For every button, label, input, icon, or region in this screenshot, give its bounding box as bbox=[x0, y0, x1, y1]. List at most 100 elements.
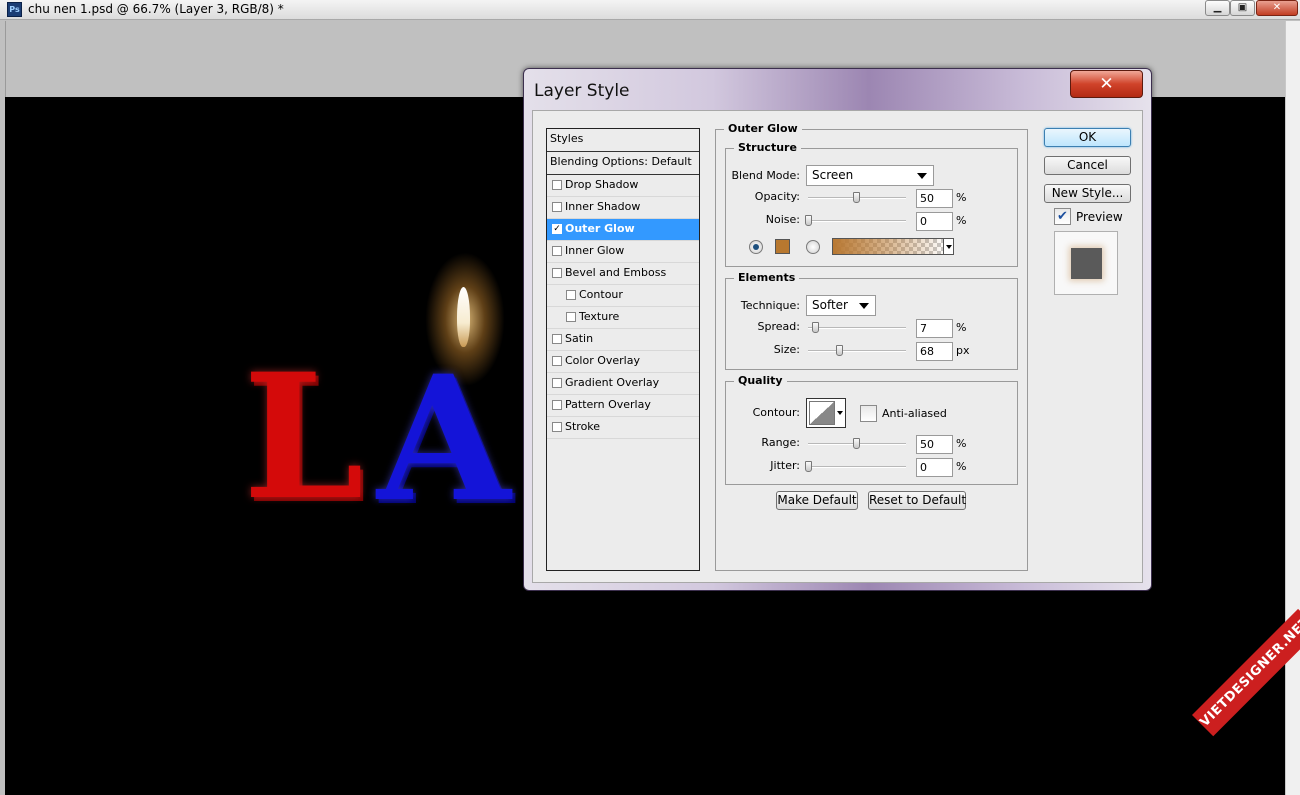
style-item-label: Satin bbox=[565, 332, 594, 345]
reset-to-default-button[interactable]: Reset to Default bbox=[868, 491, 966, 510]
slider-thumb[interactable] bbox=[805, 461, 812, 472]
slider-thumb[interactable] bbox=[853, 192, 860, 203]
technique-value: Softer bbox=[812, 298, 848, 312]
style-item-gradient-overlay[interactable]: Gradient Overlay bbox=[547, 373, 699, 395]
style-checkbox[interactable] bbox=[552, 334, 562, 344]
preview-swatch bbox=[1071, 248, 1102, 279]
style-checkbox[interactable] bbox=[552, 268, 562, 278]
blending-options-item[interactable]: Blending Options: Default bbox=[547, 152, 699, 175]
style-checkbox[interactable]: ✓ bbox=[552, 224, 562, 234]
style-item-contour[interactable]: Contour bbox=[547, 285, 699, 307]
quality-title: Quality bbox=[734, 374, 787, 387]
slider-thumb[interactable] bbox=[812, 322, 819, 333]
style-checkbox[interactable] bbox=[552, 422, 562, 432]
jitter-input[interactable]: 0 bbox=[916, 458, 953, 477]
make-default-button[interactable]: Make Default bbox=[776, 491, 858, 510]
slider-track bbox=[808, 466, 906, 468]
style-item-label: Color Overlay bbox=[565, 354, 640, 367]
style-item-label: Inner Glow bbox=[565, 244, 625, 257]
style-item-satin[interactable]: Satin bbox=[547, 329, 699, 351]
slider-thumb[interactable] bbox=[836, 345, 843, 356]
slider-track bbox=[808, 220, 906, 222]
style-item-label: Outer Glow bbox=[565, 222, 635, 235]
noise-input[interactable]: 0 bbox=[916, 212, 953, 231]
style-checkbox[interactable] bbox=[552, 400, 562, 410]
contour-label: Contour: bbox=[752, 406, 800, 419]
style-item-color-overlay[interactable]: Color Overlay bbox=[547, 351, 699, 373]
range-slider[interactable] bbox=[808, 438, 906, 450]
gradient-radio[interactable] bbox=[806, 240, 820, 254]
quality-group: Quality Contour: Anti-aliased Range: 50 … bbox=[725, 374, 1018, 485]
style-item-texture[interactable]: Texture bbox=[547, 307, 699, 329]
solid-color-radio[interactable] bbox=[749, 240, 763, 254]
jitter-slider[interactable] bbox=[805, 461, 906, 473]
document-title-bar: Ps chu nen 1.psd @ 66.7% (Layer 3, RGB/8… bbox=[0, 0, 1300, 20]
style-checkbox[interactable] bbox=[552, 246, 562, 256]
noise-unit: % bbox=[956, 214, 967, 227]
style-item-label: Bevel and Emboss bbox=[565, 266, 667, 279]
style-item-pattern-overlay[interactable]: Pattern Overlay bbox=[547, 395, 699, 417]
styles-list: Styles Blending Options: Default Drop Sh… bbox=[546, 128, 700, 571]
style-item-label: Stroke bbox=[565, 420, 601, 433]
range-label: Range: bbox=[761, 436, 800, 449]
blend-mode-dropdown[interactable]: Screen bbox=[806, 165, 934, 186]
elements-title: Elements bbox=[734, 271, 800, 284]
style-checkbox[interactable] bbox=[566, 312, 576, 322]
style-item-inner-shadow[interactable]: Inner Shadow bbox=[547, 197, 699, 219]
chevron-down-icon bbox=[859, 303, 869, 309]
spread-input[interactable]: 7 bbox=[916, 319, 953, 338]
style-item-outer-glow[interactable]: ✓ Outer Glow bbox=[547, 219, 699, 241]
window-close-button[interactable]: ✕ bbox=[1256, 0, 1298, 16]
preview-label: Preview bbox=[1076, 210, 1123, 224]
candle-letter-a: A bbox=[377, 337, 511, 540]
opacity-label: Opacity: bbox=[754, 190, 800, 203]
cancel-button[interactable]: Cancel bbox=[1044, 156, 1131, 175]
elements-group: Elements Technique: Softer Spread: 7 % S… bbox=[725, 271, 1018, 370]
size-slider[interactable] bbox=[808, 345, 906, 357]
new-style-button[interactable]: New Style... bbox=[1044, 184, 1131, 203]
style-checkbox[interactable] bbox=[552, 180, 562, 190]
opacity-slider[interactable] bbox=[808, 192, 906, 204]
anti-aliased-checkbox[interactable] bbox=[860, 405, 877, 422]
spread-unit: % bbox=[956, 321, 967, 334]
minimize-button[interactable]: ▁ bbox=[1205, 0, 1230, 16]
preview-checkbox[interactable]: ✔ bbox=[1054, 208, 1071, 225]
range-unit: % bbox=[956, 437, 967, 450]
dialog-title: Layer Style bbox=[534, 81, 630, 101]
style-item-inner-glow[interactable]: Inner Glow bbox=[547, 241, 699, 263]
ok-button[interactable]: OK bbox=[1044, 128, 1131, 147]
style-item-bevel-and-emboss[interactable]: Bevel and Emboss bbox=[547, 263, 699, 285]
style-item-label: Inner Shadow bbox=[565, 200, 641, 213]
styles-header[interactable]: Styles bbox=[547, 129, 699, 152]
range-input[interactable]: 50 bbox=[916, 435, 953, 454]
contour-picker[interactable] bbox=[806, 398, 846, 428]
style-checkbox[interactable] bbox=[552, 356, 562, 366]
technique-dropdown[interactable]: Softer bbox=[806, 295, 876, 316]
style-checkbox[interactable] bbox=[552, 202, 562, 212]
style-item-label: Contour bbox=[579, 288, 623, 301]
spread-slider[interactable] bbox=[808, 322, 906, 334]
jitter-label: Jitter: bbox=[770, 459, 800, 472]
contour-curve-icon bbox=[809, 401, 835, 425]
style-item-label: Pattern Overlay bbox=[565, 398, 651, 411]
gradient-picker[interactable] bbox=[832, 238, 954, 255]
style-checkbox[interactable] bbox=[552, 378, 562, 388]
slider-thumb[interactable] bbox=[805, 215, 812, 226]
slider-thumb[interactable] bbox=[853, 438, 860, 449]
dialog-body: Styles Blending Options: Default Drop Sh… bbox=[532, 110, 1143, 583]
size-unit: px bbox=[956, 344, 970, 357]
dialog-close-button[interactable]: ✕ bbox=[1070, 70, 1143, 98]
chevron-down-icon bbox=[837, 411, 843, 415]
jitter-unit: % bbox=[956, 460, 967, 473]
size-input[interactable]: 68 bbox=[916, 342, 953, 361]
style-item-drop-shadow[interactable]: Drop Shadow bbox=[547, 175, 699, 197]
opacity-input[interactable]: 50 bbox=[916, 189, 953, 208]
glow-color-swatch[interactable] bbox=[775, 239, 790, 254]
slider-track bbox=[808, 350, 906, 352]
style-item-stroke[interactable]: Stroke bbox=[547, 417, 699, 439]
restore-button[interactable]: ▣ bbox=[1230, 0, 1255, 16]
chevron-down-icon bbox=[943, 239, 953, 254]
size-label: Size: bbox=[773, 343, 800, 356]
style-checkbox[interactable] bbox=[566, 290, 576, 300]
noise-slider[interactable] bbox=[805, 215, 906, 227]
